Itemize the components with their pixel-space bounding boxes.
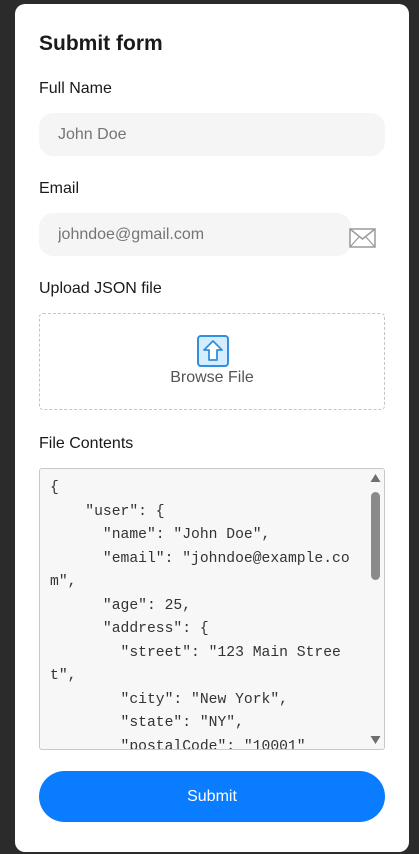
full-name-label: Full Name — [39, 80, 112, 97]
full-name-input[interactable] — [39, 113, 385, 156]
upload-label: Upload JSON file — [39, 280, 162, 297]
envelope-icon — [349, 228, 376, 248]
file-contents-text[interactable]: { "user": { "name": "John Doe", "email":… — [50, 477, 350, 749]
textarea-scrollbar[interactable] — [367, 469, 384, 749]
file-contents-label: File Contents — [39, 435, 134, 452]
upload-arrow-icon[interactable] — [197, 335, 229, 367]
email-label: Email — [39, 180, 80, 197]
file-contents-textarea[interactable]: { "user": { "name": "John Doe", "email":… — [39, 468, 385, 750]
scroll-up-arrow-icon[interactable] — [370, 473, 381, 483]
file-dropzone[interactable]: Browse File — [39, 313, 385, 410]
scroll-down-arrow-icon[interactable] — [370, 735, 381, 745]
browse-file-text[interactable]: Browse File — [40, 369, 384, 387]
email-input[interactable] — [39, 213, 351, 256]
submit-form-card: Submit form Full Name Email Upload JSON … — [15, 4, 409, 852]
submit-button[interactable]: Submit — [39, 771, 385, 822]
form-title: Submit form — [39, 32, 163, 55]
scrollbar-thumb[interactable] — [371, 492, 380, 580]
